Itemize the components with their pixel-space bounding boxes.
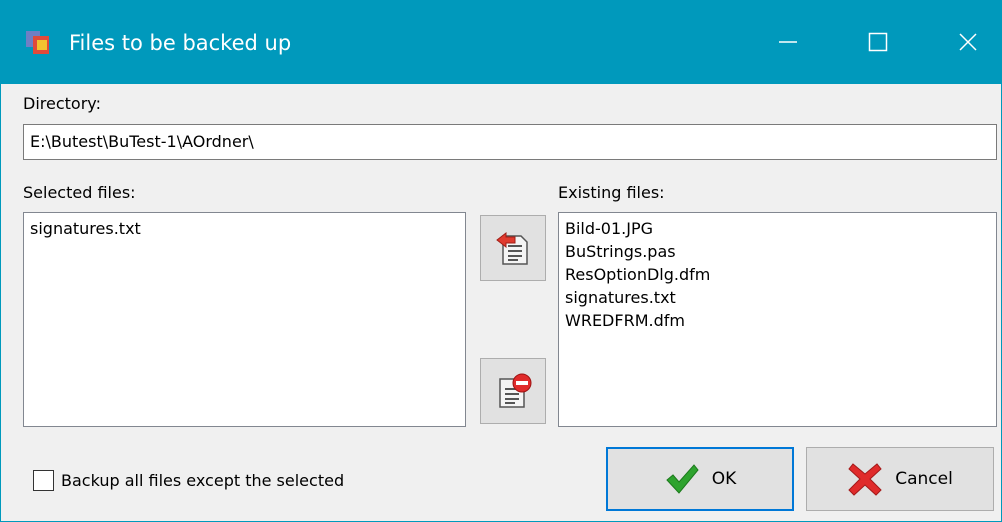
list-item[interactable]: BuStrings.pas [565, 240, 990, 263]
window-title: Files to be backed up [69, 31, 292, 55]
selected-files-label: Selected files: [23, 183, 136, 202]
checkmark-icon [666, 464, 699, 494]
list-item[interactable]: signatures.txt [30, 217, 459, 240]
app-icon [26, 31, 49, 54]
x-icon [848, 463, 882, 496]
list-item[interactable]: ResOptionDlg.dfm [565, 263, 990, 286]
maximize-icon [868, 32, 888, 52]
minimize-icon [779, 41, 797, 43]
cancel-button[interactable]: Cancel [806, 447, 994, 511]
ok-button[interactable]: OK [606, 447, 794, 511]
add-file-button[interactable] [480, 215, 546, 281]
selected-files-list[interactable]: signatures.txt [23, 212, 466, 427]
remove-file-icon [499, 373, 532, 408]
minimize-button[interactable] [743, 0, 833, 84]
existing-files-list[interactable]: Bild-01.JPG BuStrings.pas ResOptionDlg.d… [558, 212, 997, 427]
ok-label: OK [711, 469, 737, 489]
title-bar[interactable]: Files to be backed up [1, 0, 1002, 84]
maximize-button[interactable] [833, 0, 923, 84]
directory-field[interactable]: E:\Butest\BuTest-1\AOrdner\ [23, 124, 997, 160]
close-icon [959, 33, 977, 51]
cancel-label: Cancel [895, 469, 953, 489]
close-button[interactable] [923, 0, 1002, 84]
list-item[interactable]: Bild-01.JPG [565, 217, 990, 240]
directory-label: Directory: [23, 94, 101, 113]
list-item[interactable]: signatures.txt [565, 286, 990, 309]
add-file-icon [496, 231, 528, 265]
remove-file-button[interactable] [480, 358, 546, 424]
list-item[interactable]: WREDFRM.dfm [565, 309, 990, 332]
dialog-window: Files to be backed up Directory: E:\Bute… [0, 0, 1002, 522]
existing-files-label: Existing files: [558, 183, 665, 202]
backup-except-checkbox[interactable] [33, 470, 54, 491]
backup-except-label[interactable]: Backup all files except the selected [61, 471, 344, 490]
